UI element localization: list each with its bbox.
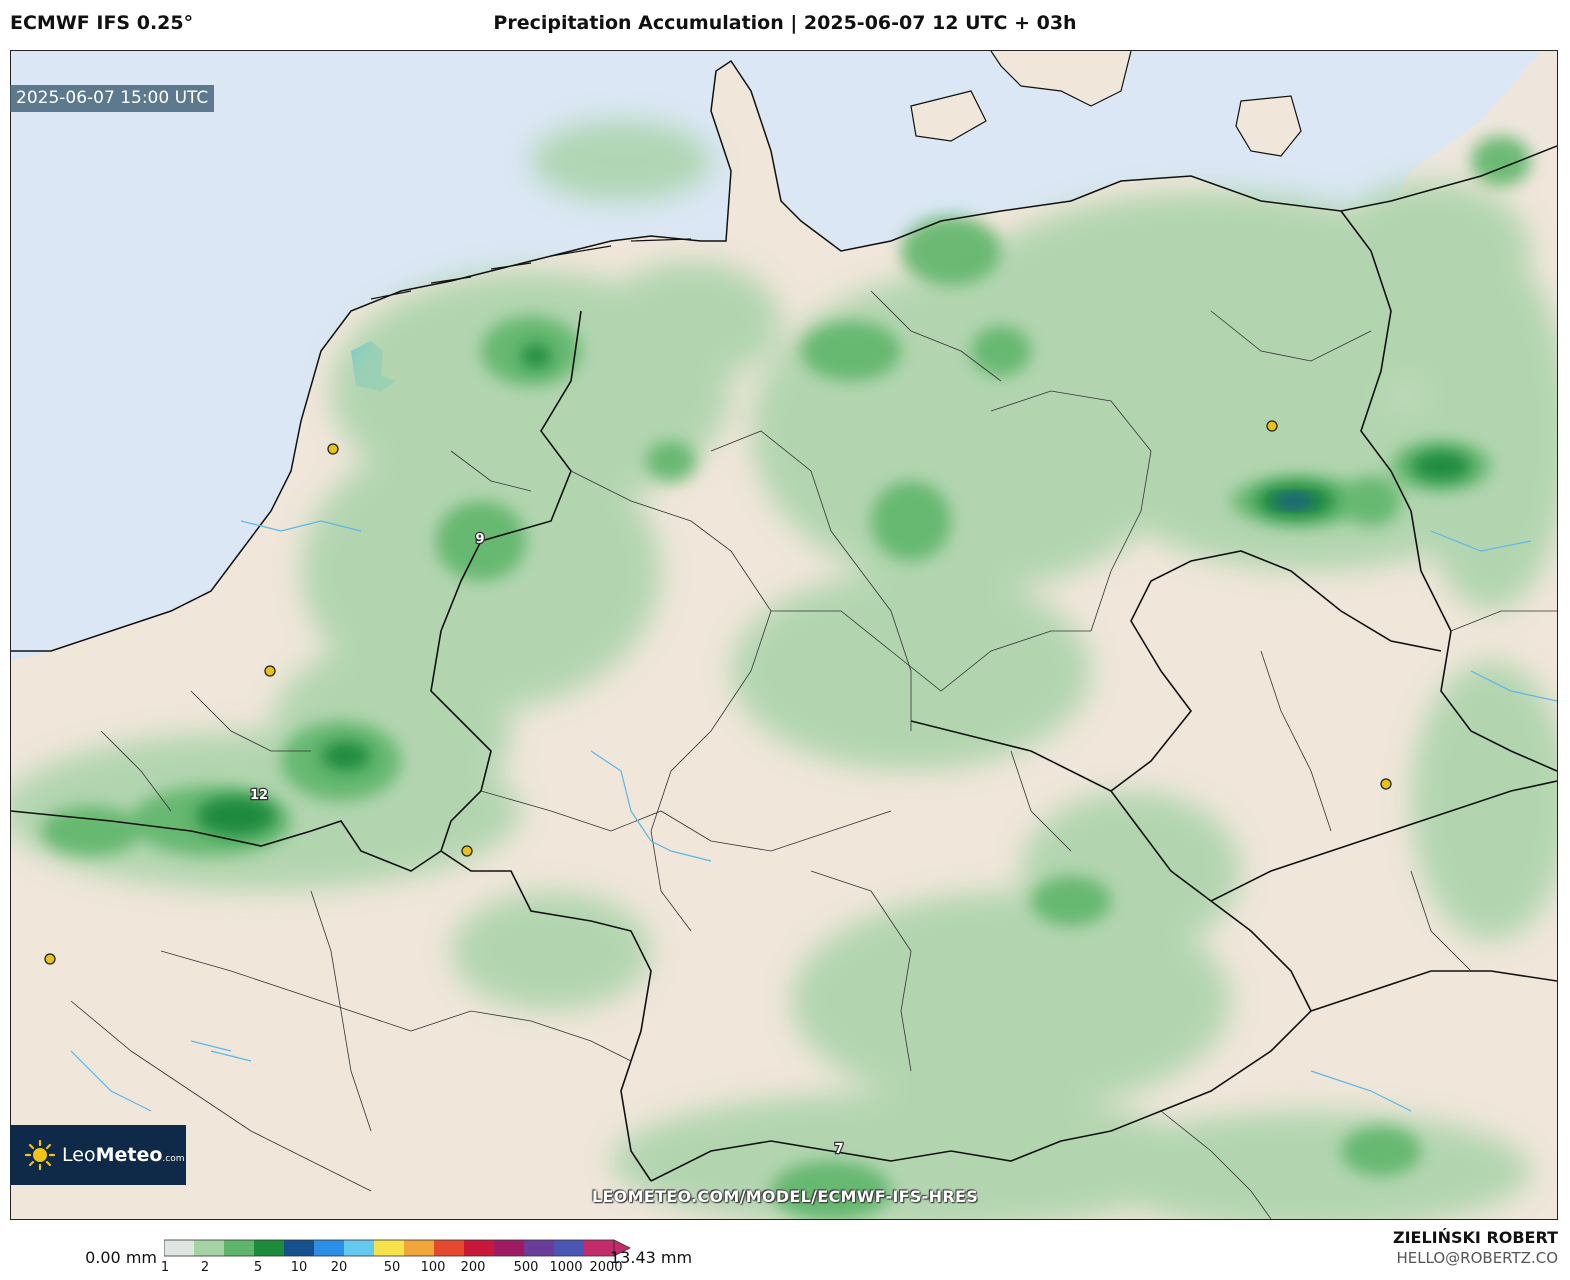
city-marker-luxembourg	[461, 845, 473, 857]
colorbar-tick: 2	[200, 1260, 210, 1275]
colorbar-segment	[164, 1240, 195, 1256]
colorbar-tick: 5	[253, 1260, 263, 1275]
source-watermark: LEOMETEO.COM/MODEL/ECMWF-IFS-HRES	[591, 1187, 979, 1206]
author-email: HELLO@ROBERTZ.CO	[1396, 1249, 1558, 1267]
colorbar-segment	[524, 1240, 555, 1256]
precipitation-map: 9 12 7	[10, 50, 1558, 1220]
leometeo-logo: LeoMeteo.com	[10, 1125, 186, 1185]
colorbar-segment	[344, 1240, 375, 1256]
precipitation-colorbar	[164, 1239, 631, 1257]
colorbar-ticks: 1 2 5 10 20 50 100 200 500 1000 2000	[0, 1260, 700, 1280]
colorbar-segment	[314, 1240, 345, 1256]
colorbar-segment	[224, 1240, 255, 1256]
colorbar-segment	[284, 1240, 315, 1256]
colorbar-tick: 1	[160, 1260, 170, 1275]
max-label-belgium: 12	[250, 788, 268, 803]
colorbar-tick: 1000	[549, 1260, 583, 1275]
colorbar-segment	[194, 1240, 225, 1256]
colorbar-segment	[554, 1240, 585, 1256]
colorbar-tick: 10	[290, 1260, 308, 1275]
max-label-netherlands: 9	[475, 532, 484, 547]
colorbar-tick: 200	[460, 1260, 486, 1275]
colorbar-tick: 2000	[589, 1260, 623, 1275]
precip-extreme-core	[1274, 493, 1314, 509]
colorbar-tick: 20	[330, 1260, 348, 1275]
map-title: Precipitation Accumulation | 2025-06-07 …	[493, 12, 1077, 34]
city-marker-prague	[1380, 778, 1392, 790]
map-canvas: 9 12 7	[11, 51, 1557, 1219]
sun-icon	[24, 1139, 56, 1171]
city-marker-amsterdam	[327, 443, 339, 455]
colorbar-segment	[464, 1240, 495, 1256]
colorbar-tick: 500	[513, 1260, 539, 1275]
city-marker-brussels	[264, 665, 276, 677]
author-name: ZIELIŃSKI ROBERT	[1392, 1228, 1558, 1247]
colorbar-segment	[374, 1240, 405, 1256]
colorbar-segment	[434, 1240, 465, 1256]
city-marker-paris	[44, 953, 56, 965]
colorbar-segment	[494, 1240, 525, 1256]
city-marker-berlin	[1266, 420, 1278, 432]
valid-time-badge: 2025-06-07 15:00 UTC	[10, 85, 215, 112]
colorbar-tick: 50	[383, 1260, 401, 1275]
colorbar-segment	[404, 1240, 435, 1256]
colorbar-tick: 100	[420, 1260, 446, 1275]
logo-text: LeoMeteo.com	[62, 1144, 185, 1166]
max-label-alps: 7	[834, 1142, 843, 1157]
colorbar-segment	[254, 1240, 285, 1256]
